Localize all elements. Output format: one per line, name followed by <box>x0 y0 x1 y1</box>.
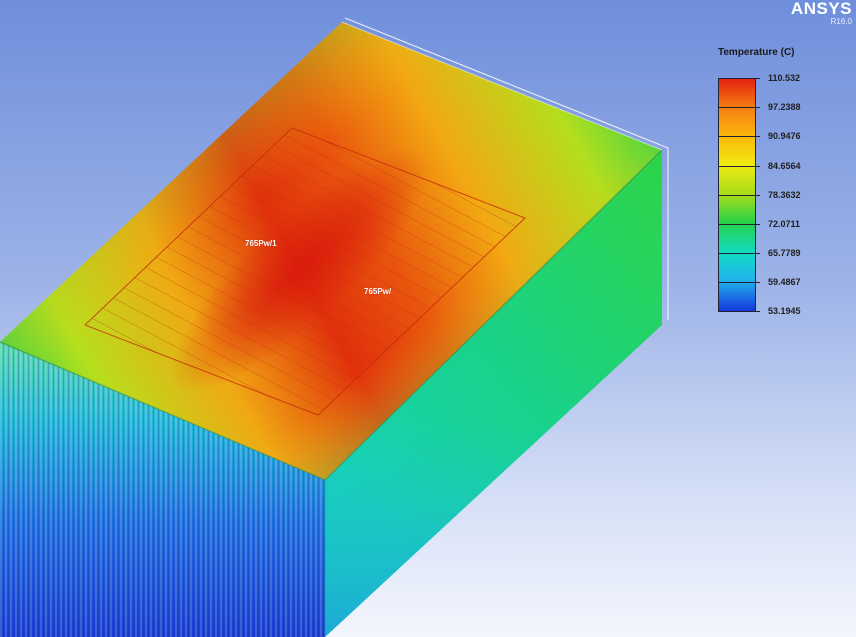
legend-tick <box>718 136 760 137</box>
brand-version: R16.0 <box>830 17 852 26</box>
legend-tick <box>718 166 760 167</box>
color-legend[interactable]: Temperature (C) 110.532 97.2388 90.9476 … <box>716 44 836 324</box>
probe-label: 765Pw/ <box>364 287 392 296</box>
probe-label: 765Pw/1 <box>245 239 277 248</box>
brand-name: ANSYS <box>790 0 852 18</box>
legend-value: 78.3632 <box>768 190 801 200</box>
legend-value: 65.7789 <box>768 248 801 258</box>
legend-tick <box>718 78 760 79</box>
legend-value: 90.9476 <box>768 131 801 141</box>
ansys-logo: ANSYS R16.0 <box>791 0 852 26</box>
legend-value: 59.4867 <box>768 277 801 287</box>
legend-value: 53.1945 <box>768 306 801 316</box>
legend-tick <box>718 107 760 108</box>
legend-tick <box>718 224 760 225</box>
legend-title: Temperature (C) <box>718 47 795 58</box>
legend-value: 72.0711 <box>768 219 801 229</box>
legend-value: 110.532 <box>768 73 801 83</box>
legend-tick <box>718 282 760 283</box>
legend-value: 84.6564 <box>768 161 801 171</box>
legend-tick <box>718 253 760 254</box>
legend-value: 97.2388 <box>768 102 801 112</box>
legend-ticks: 110.532 97.2388 90.9476 84.6564 78.3632 … <box>718 73 801 316</box>
legend-tick <box>718 195 760 196</box>
legend-tick <box>718 311 760 312</box>
